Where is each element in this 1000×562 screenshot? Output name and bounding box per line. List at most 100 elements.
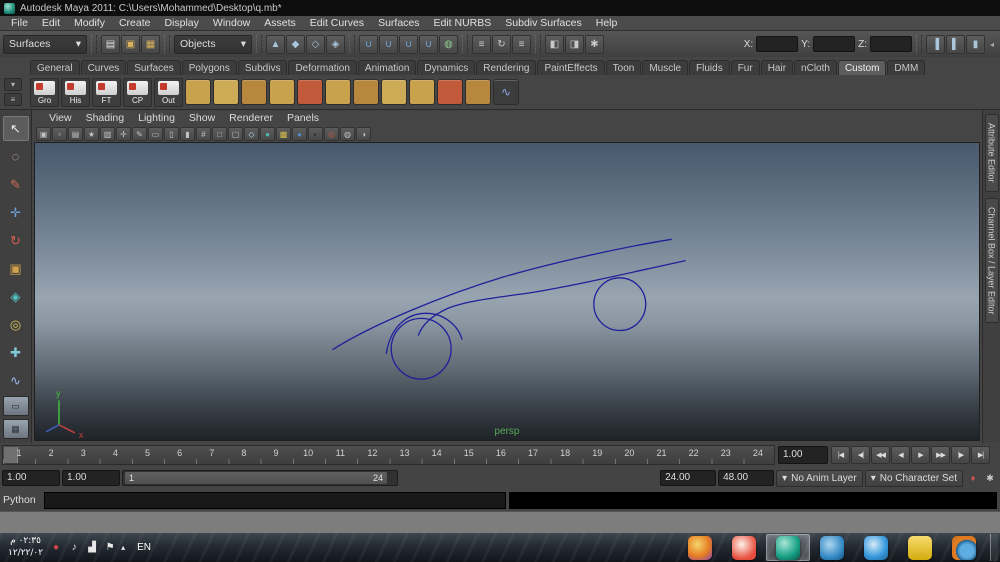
taskbar-app-messenger[interactable] (854, 534, 898, 561)
menu-create[interactable]: Create (112, 17, 158, 29)
show-tool-settings-icon[interactable]: ▌ (946, 34, 965, 54)
shelf-tab-muscle[interactable]: Muscle (642, 60, 689, 75)
panel-menu-renderer[interactable]: Renderer (222, 112, 280, 124)
shelf-tab-surfaces[interactable]: Surfaces (127, 60, 181, 75)
smooth-shade-icon[interactable]: ● (260, 127, 275, 141)
menu-subdiv-surfaces[interactable]: Subdiv Surfaces (498, 17, 588, 29)
select-by-object-icon[interactable]: ◆ (286, 34, 305, 54)
four-pane-layout-button[interactable]: ▦ (2, 419, 29, 439)
network-icon[interactable]: ▟ (85, 541, 99, 555)
range-bar[interactable]: 1 24 (125, 472, 387, 484)
volume-icon[interactable]: ♪ (67, 541, 81, 555)
shelf-tab-subdivs[interactable]: Subdivs (237, 60, 288, 75)
range-track[interactable]: 1 24 (122, 470, 398, 486)
panel-menu-lighting[interactable]: Lighting (131, 112, 182, 124)
shelf-tab-polygons[interactable]: Polygons (181, 60, 237, 75)
taskbar-app-firefox[interactable] (942, 534, 986, 561)
menu-display[interactable]: Display (157, 17, 205, 29)
playback-end-field[interactable]: 24.00 (660, 470, 717, 486)
shelf-item-9[interactable] (269, 79, 295, 105)
isolate-select-icon[interactable]: ◎ (324, 127, 339, 141)
shelf-item-16[interactable] (465, 79, 491, 105)
exposure-icon[interactable]: ◑ (356, 127, 371, 141)
shelf-tab-switcher-button[interactable]: ▾ (4, 78, 22, 91)
shelf-item-ft[interactable]: FT (92, 77, 121, 107)
time-ruler[interactable]: 1 2 3 4 5 6 7 8 9 10 11 12 13 14 15 16 17 18 19 20 21 22 23 24 (2, 445, 775, 465)
menu-surfaces[interactable]: Surfaces (371, 17, 426, 29)
shelf-tab-deformation[interactable]: Deformation (288, 60, 357, 75)
taskbar-app-paint[interactable] (678, 534, 722, 561)
menu-edit-nurbs[interactable]: Edit NURBS (427, 17, 499, 29)
scale-tool[interactable]: ▣ (3, 256, 29, 281)
show-channel-box-icon[interactable]: ▮ (966, 34, 985, 54)
field-chart-icon[interactable]: # (196, 127, 211, 141)
tab-channel-box-layer-editor[interactable]: Channel Box / Layer Editor (984, 197, 999, 324)
shelf-tab-ncloth[interactable]: nCloth (794, 60, 837, 75)
go-to-end-button[interactable]: ▶| (971, 446, 990, 464)
shelf-menu-button[interactable]: ≡ (4, 93, 22, 106)
snap-to-grids-icon[interactable]: ∪ (359, 34, 378, 54)
shelf-item-7[interactable] (213, 79, 239, 105)
paint-selection-tool[interactable]: ✎ (3, 172, 29, 197)
menu-modify[interactable]: Modify (67, 17, 112, 29)
panel-menu-view[interactable]: View (42, 112, 79, 124)
lasso-tool[interactable]: ◌ (3, 144, 29, 169)
shelf-item-15[interactable] (437, 79, 463, 105)
shelf-tab-fluids[interactable]: Fluids (689, 60, 730, 75)
tab-attribute-editor[interactable]: Attribute Editor (984, 114, 999, 192)
current-time-field[interactable]: 1.00 (778, 446, 828, 464)
rotate-tool[interactable]: ↻ (3, 228, 29, 253)
command-language-label[interactable]: Python (3, 494, 41, 506)
shelf-tab-toon[interactable]: Toon (605, 60, 642, 75)
open-scene-icon[interactable]: ▣ (121, 34, 140, 54)
bookmarks-icon[interactable]: ★ (84, 127, 99, 141)
show-desktop-button[interactable] (990, 534, 998, 561)
snap-to-curves-icon[interactable]: ∪ (379, 34, 398, 54)
shelf-tab-dynamics[interactable]: Dynamics (417, 60, 476, 75)
taskbar-app-media[interactable] (722, 534, 766, 561)
language-indicator[interactable]: EN (129, 542, 159, 553)
menu-file[interactable]: File (4, 17, 35, 29)
animation-preferences-icon[interactable]: ✱ (982, 470, 998, 486)
shelf-tab-hair[interactable]: Hair (760, 60, 794, 75)
output-from-selected-icon[interactable]: ≡ (512, 34, 531, 54)
menu-help[interactable]: Help (589, 17, 625, 29)
select-camera-icon[interactable]: ▣ (36, 127, 51, 141)
step-forward-one-frame-button[interactable]: ▶▶ (931, 446, 950, 464)
grease-pencil-icon[interactable]: ✎ (132, 127, 147, 141)
image-plane-icon[interactable]: ▧ (100, 127, 115, 141)
move-tool[interactable]: ✛ (3, 200, 29, 225)
shelf-tab-rendering[interactable]: Rendering (476, 60, 537, 75)
shelf-item-17[interactable]: ∿ (493, 79, 519, 105)
shadows-icon[interactable]: ◐ (308, 127, 323, 141)
taskbar-app-maya[interactable] (766, 534, 810, 561)
new-scene-icon[interactable]: ▤ (101, 34, 120, 54)
z-input[interactable] (870, 36, 912, 52)
animation-start-field[interactable]: 1.00 (2, 470, 60, 486)
shelf-item-12[interactable] (353, 79, 379, 105)
chevron-up-icon[interactable]: ▴ (117, 543, 129, 552)
shelf-tab-animation[interactable]: Animation (357, 60, 417, 75)
shelf-tab-painteffects[interactable]: PaintEffects (537, 60, 605, 75)
xray-icon[interactable]: ◍ (340, 127, 355, 141)
construction-history-icon[interactable]: ↻ (492, 34, 511, 54)
menu-edit[interactable]: Edit (35, 17, 67, 29)
character-set-dropdown[interactable]: ▾ No Character Set (864, 469, 963, 487)
camera-attributes-icon[interactable]: ▤ (68, 127, 83, 141)
safe-title-icon[interactable]: ▢ (228, 127, 243, 141)
shelf-item-out[interactable]: Out (154, 77, 183, 107)
menu-edit-curves[interactable]: Edit Curves (303, 17, 371, 29)
last-tool-used[interactable]: ∿ (3, 368, 29, 393)
show-attribute-editor-icon[interactable]: ▐ (926, 34, 945, 54)
ipr-render-icon[interactable]: ◨ (565, 34, 584, 54)
soft-modification-tool[interactable]: ◎ (3, 312, 29, 337)
make-live-icon[interactable]: ◍ (439, 34, 458, 54)
action-center-flag-icon[interactable]: ⚑ (103, 541, 117, 555)
play-backwards-button[interactable]: ◀ (891, 446, 910, 464)
save-scene-icon[interactable]: ▦ (141, 34, 160, 54)
shelf-tab-fur[interactable]: Fur (730, 60, 760, 75)
use-all-lights-icon[interactable]: ● (292, 127, 307, 141)
textured-mode-icon[interactable]: ▩ (276, 127, 291, 141)
lock-camera-icon[interactable]: ▫ (52, 127, 67, 141)
render-current-frame-icon[interactable]: ◧ (545, 34, 564, 54)
